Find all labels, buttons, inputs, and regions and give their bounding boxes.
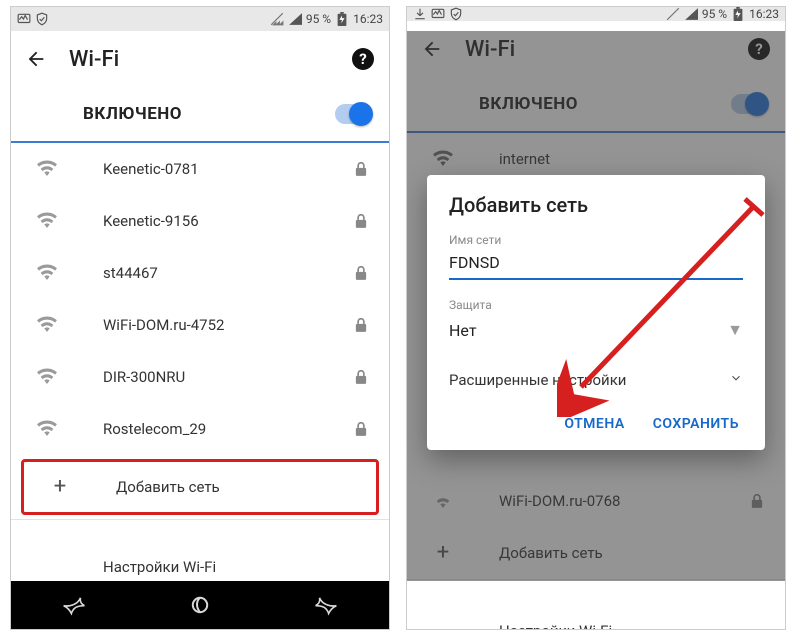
security-select[interactable]: Нет ▼: [449, 314, 743, 351]
wifi-icon: [36, 158, 58, 180]
wifi-icon: [36, 210, 58, 232]
lock-icon: [349, 265, 373, 281]
lock-icon: [349, 161, 373, 177]
shield-icon: [35, 12, 49, 26]
signal-icon: [684, 7, 698, 21]
wifi-network-item[interactable]: st44467: [11, 247, 389, 299]
system-nav-bar: [11, 581, 389, 629]
wifi-icon: [36, 314, 58, 336]
lock-icon: [349, 421, 373, 437]
advanced-options-toggle[interactable]: Расширенные настройки: [449, 365, 743, 394]
wifi-preferences-item[interactable]: Настройки Wi-Fi: [407, 605, 785, 630]
wifi-icon: [36, 418, 58, 440]
help-icon[interactable]: ?: [351, 47, 375, 71]
wifi-network-item[interactable]: WiFi-DOM.ru-4752: [11, 299, 389, 351]
no-sim-icon: [666, 7, 680, 21]
nav-back-icon[interactable]: [61, 594, 87, 616]
cancel-button[interactable]: ОТМЕНА: [564, 416, 624, 432]
activity-icon: [17, 12, 31, 26]
signal-icon: [288, 12, 302, 26]
wifi-network-item[interactable]: Keenetic-9156: [11, 195, 389, 247]
nav-home-icon[interactable]: [188, 593, 212, 617]
security-label: Защита: [449, 298, 743, 312]
wifi-preferences-label: Настройки Wi-Fi: [103, 558, 373, 576]
wifi-network-item[interactable]: Keenetic-0781: [11, 143, 389, 195]
status-bar: 95 % 16:23: [11, 7, 389, 31]
wifi-preferences-item[interactable]: Настройки Wi-Fi: [11, 545, 389, 581]
wifi-preferences-label: Настройки Wi-Fi: [499, 622, 769, 630]
wifi-icon: [36, 262, 58, 284]
wifi-toggle-label: ВКЛЮЧЕНО: [83, 104, 335, 124]
wifi-toggle-switch[interactable]: [335, 104, 371, 124]
nav-recent-icon[interactable]: [313, 594, 339, 616]
no-sim-icon: [270, 12, 284, 26]
wifi-master-toggle-row[interactable]: ВКЛЮЧЕНО: [11, 87, 389, 143]
battery-charging-icon: [731, 7, 745, 21]
status-bar: 95 % 16:23: [407, 7, 785, 21]
activity-icon: [431, 7, 445, 21]
clock: 16:23: [353, 12, 383, 26]
save-button[interactable]: СОХРАНИТЬ: [653, 416, 739, 432]
wifi-network-name: Keenetic-9156: [103, 212, 329, 230]
phone-right: 95 % 16:23 Wi-Fi ? ВКЛЮЧЕНО internet WiF…: [406, 6, 786, 630]
download-icon: [413, 7, 427, 21]
lock-icon: [349, 369, 373, 385]
wifi-network-item[interactable]: DIR-300NRU: [11, 351, 389, 403]
wifi-network-item[interactable]: Rostelecom_29: [11, 403, 389, 455]
wifi-network-name: DIR-300NRU: [103, 368, 329, 386]
annotation-highlight-box: + Добавить сеть: [21, 459, 379, 515]
app-bar: Wi-Fi ?: [11, 31, 389, 87]
dialog-actions: ОТМЕНА СОХРАНИТЬ: [449, 394, 743, 440]
clock: 16:23: [749, 7, 779, 21]
add-network-item[interactable]: + Добавить сеть: [24, 462, 376, 512]
security-value: Нет: [449, 321, 477, 340]
battery-charging-icon: [335, 12, 349, 26]
wifi-network-name: Keenetic-0781: [103, 160, 329, 178]
wifi-network-list[interactable]: Keenetic-0781 Keenetic-9156 st44467 WiFi…: [11, 143, 389, 581]
back-icon[interactable]: [25, 48, 47, 70]
add-network-dialog: Добавить сеть Имя сети Защита Нет ▼ Расш…: [427, 175, 765, 450]
network-name-input[interactable]: [449, 249, 743, 280]
wifi-network-name: Rostelecom_29: [103, 420, 329, 438]
page-title: Wi-Fi: [69, 47, 329, 72]
shield-icon: [449, 7, 463, 21]
dropdown-caret-icon: ▼: [727, 320, 743, 340]
lock-icon: [349, 317, 373, 333]
add-network-label: Добавить сеть: [116, 478, 360, 496]
dialog-title: Добавить сеть: [449, 193, 743, 217]
network-name-label: Имя сети: [449, 233, 743, 247]
plus-icon: +: [54, 476, 66, 498]
lock-icon: [349, 213, 373, 229]
chevron-down-icon: [729, 371, 743, 389]
battery-percent: 95 %: [702, 7, 727, 21]
phone-left: 95 % 16:23 Wi-Fi ? ВКЛЮЧЕНО Keenetic-078…: [10, 6, 390, 630]
wifi-icon: [36, 366, 58, 388]
wifi-network-name: st44467: [103, 264, 329, 282]
svg-text:?: ?: [359, 50, 366, 68]
wifi-network-name: WiFi-DOM.ru-4752: [103, 316, 329, 334]
battery-percent: 95 %: [306, 12, 331, 26]
advanced-options-label: Расширенные настройки: [449, 371, 626, 389]
